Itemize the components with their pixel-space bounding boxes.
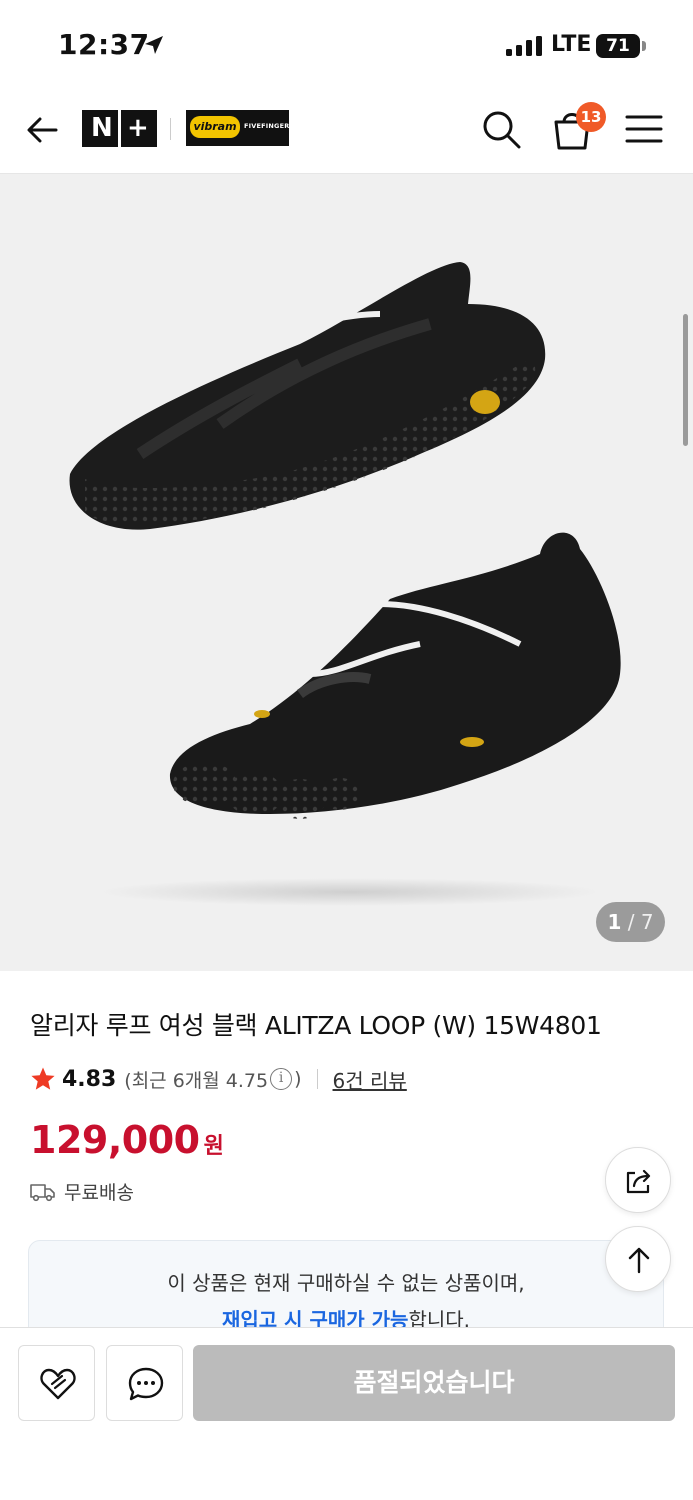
product-page: 12:37 LTE 71 N + vibram FIVEFINGERS 13 1… (0, 0, 693, 1500)
store-logo-plus: + (127, 113, 149, 143)
shipping-row: 무료배송 (30, 1178, 134, 1205)
brand-logo-badge: vibram (190, 116, 240, 138)
product-title: 알리자 루프 여성 블랙 ALITZA LOOP (W) 15W4801 (30, 1011, 602, 1040)
notice-line-1: 이 상품은 현재 구매하실 수 없는 상품이며, (167, 1271, 525, 1295)
soldout-button[interactable]: 품절되었습니다 (193, 1345, 675, 1421)
rating-row: 4.83 (최근 6개월 4.75 i ) 6건 리뷰 (30, 1064, 407, 1094)
rating-value: 4.83 (62, 1066, 117, 1092)
heart-icon (40, 1368, 76, 1400)
share-button[interactable] (605, 1147, 671, 1213)
cart-count-badge: 13 (576, 102, 606, 132)
image-counter-current: 1 (607, 910, 622, 934)
brand-logo-text: FIVEFINGERS (244, 122, 295, 130)
chat-bubble-icon (128, 1367, 164, 1401)
chat-button[interactable] (106, 1345, 183, 1421)
recent-rating-close: ) (294, 1068, 302, 1090)
location-arrow-icon (145, 36, 163, 54)
battery-tip (642, 41, 646, 51)
back-arrow-icon[interactable] (22, 110, 62, 150)
search-icon[interactable] (480, 108, 522, 150)
image-counter: 1 / 7 (596, 902, 665, 942)
store-logo-divider (118, 110, 121, 147)
price-value: 129,000 (30, 1118, 200, 1162)
app-header: N + vibram FIVEFINGERS 13 (0, 90, 693, 174)
image-counter-separator: / (627, 910, 635, 934)
hamburger-menu-icon[interactable] (624, 112, 664, 146)
share-icon (626, 1169, 651, 1194)
image-counter-total: 7 (640, 910, 654, 934)
star-icon (31, 1067, 55, 1090)
scroll-top-button[interactable] (605, 1226, 671, 1292)
product-image (69, 262, 621, 906)
shipping-label: 무료배송 (64, 1182, 134, 1204)
page-scrollbar[interactable] (683, 314, 688, 446)
shoe-top (69, 262, 546, 530)
brand-divider (170, 118, 171, 140)
status-time: 12:37 (58, 28, 150, 61)
status-bar: 12:37 LTE 71 (0, 0, 693, 90)
store-logo[interactable]: N + (82, 110, 157, 147)
battery-icon: 71 (596, 34, 640, 58)
arrow-up-icon (628, 1247, 650, 1274)
truck-icon (30, 1183, 55, 1201)
network-type: LTE (551, 32, 592, 57)
price-currency: 원 (203, 1134, 224, 1159)
info-icon[interactable]: i (270, 1068, 293, 1090)
price-row: 129,000 원 (30, 1118, 224, 1162)
review-link[interactable]: 6건 리뷰 (333, 1065, 407, 1094)
product-image-gallery[interactable] (0, 174, 693, 971)
brand-logo[interactable]: vibram FIVEFINGERS (186, 110, 294, 146)
bottom-action-bar: 품절되었습니다 (0, 1327, 693, 1500)
cellular-signal-icon (506, 36, 542, 56)
wishlist-button[interactable] (18, 1345, 95, 1421)
store-logo-n: N (91, 113, 113, 143)
recent-rating: (최근 6개월 4.75 (124, 1069, 269, 1092)
rating-divider (316, 1069, 318, 1089)
shoe-bottom (169, 532, 621, 819)
